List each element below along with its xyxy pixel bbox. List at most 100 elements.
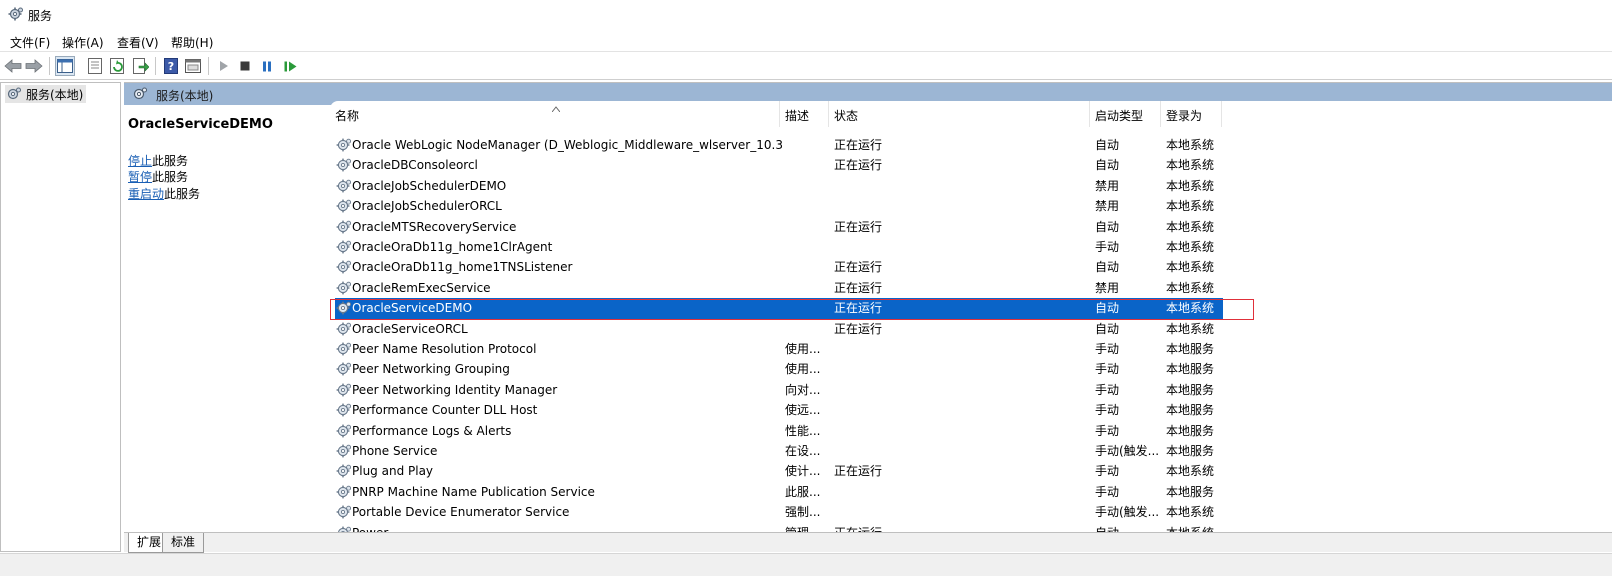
service-name: Performance Logs & Alerts xyxy=(352,423,512,438)
service-row[interactable]: Oracle WebLogic NodeManager (D_Weblogic_… xyxy=(335,135,1223,155)
service-description: 使用... xyxy=(785,342,821,356)
service-description-panel: OracleServiceDEMO 停止此服务 暂停此服务 重启动此服务 xyxy=(124,105,330,529)
service-status: 正在运行 xyxy=(834,321,883,336)
service-description: 向对... xyxy=(785,382,821,397)
service-row[interactable]: OracleOraDb11g_home1ClrAgent 手动 本地系统 xyxy=(335,237,1223,257)
menu-view[interactable]: 查看(V) xyxy=(117,33,159,52)
back-arrow-icon[interactable] xyxy=(3,56,23,76)
menu-help[interactable]: 帮助(H) xyxy=(171,33,213,52)
properties-icon[interactable] xyxy=(85,56,105,76)
resume-icon[interactable] xyxy=(280,56,300,76)
service-status: 正在运行 xyxy=(834,158,883,173)
pause-service-action: 暂停此服务 xyxy=(128,168,188,185)
menu-action[interactable]: 操作(A) xyxy=(62,33,104,52)
menu-bar: 文件(F) 操作(A) 查看(V) 帮助(H) xyxy=(0,30,1612,52)
stop-service-action: 停止此服务 xyxy=(128,152,188,169)
service-logon-as: 本地服务 xyxy=(1166,403,1215,418)
menu-file[interactable]: 文件(F) xyxy=(10,33,50,52)
export-list-icon[interactable] xyxy=(131,56,151,76)
services-gear-icon xyxy=(8,7,23,21)
service-name: OracleDBConsoleorcl xyxy=(352,158,478,173)
service-description: 强制... xyxy=(785,505,821,520)
service-name: Portable Device Enumerator Service xyxy=(352,505,570,520)
service-name: PNRP Machine Name Publication Service xyxy=(352,484,595,499)
service-gear-icon xyxy=(336,424,352,437)
tree-item-services-local[interactable]: 服务(本地) xyxy=(5,85,87,103)
service-row[interactable]: Plug and Play 使计... 正在运行 手动 本地系统 xyxy=(335,461,1223,481)
pause-service-link[interactable]: 暂停 xyxy=(128,170,152,184)
column-header-startup-type[interactable]: 启动类型 xyxy=(1090,101,1161,127)
service-logon-as: 本地系统 xyxy=(1166,260,1215,275)
service-name: OracleMTSRecoveryService xyxy=(352,219,517,234)
service-description: 使远... xyxy=(785,403,821,418)
service-logon-as: 本地系统 xyxy=(1166,505,1215,520)
column-header-logon-as[interactable]: 登录为 xyxy=(1161,101,1222,127)
window-title: 服务 xyxy=(28,9,53,23)
show-hide-tree-icon[interactable] xyxy=(55,56,75,76)
service-row[interactable]: OracleServiceDEMO 正在运行 自动 本地系统 xyxy=(335,298,1223,319)
service-row[interactable]: OracleMTSRecoveryService 正在运行 自动 本地系统 xyxy=(335,217,1223,237)
service-row[interactable]: Performance Counter DLL Host 使远... 手动 本地服务 xyxy=(335,400,1223,420)
services-gear-icon xyxy=(133,87,147,100)
stop-icon[interactable] xyxy=(235,56,255,76)
service-row[interactable]: OracleRemExecService 正在运行 禁用 本地系统 xyxy=(335,278,1223,298)
service-logon-as: 本地服务 xyxy=(1166,423,1215,438)
list-column-header: 名称 描述 状态 启动类型 登录为 xyxy=(330,101,1612,127)
service-startup-type: 手动 xyxy=(1095,362,1120,377)
service-row[interactable]: OracleJobSchedulerORCL 禁用 本地系统 xyxy=(335,196,1223,216)
column-header-status[interactable]: 状态 xyxy=(829,101,1090,127)
column-header-name[interactable]: 名称 xyxy=(330,101,780,127)
service-startup-type: 自动 xyxy=(1095,158,1120,173)
service-name: OracleOraDb11g_home1TNSListener xyxy=(352,260,573,275)
console-tree: 服务(本地) xyxy=(0,82,121,552)
status-bar xyxy=(0,553,1612,576)
service-row[interactable]: OracleServiceORCL 正在运行 自动 本地系统 xyxy=(335,319,1223,339)
forward-arrow-icon[interactable] xyxy=(24,56,44,76)
service-name: OracleServiceORCL xyxy=(352,321,468,336)
restart-service-link[interactable]: 重启动 xyxy=(128,187,164,201)
service-gear-icon xyxy=(336,220,352,233)
service-row[interactable]: PNRP Machine Name Publication Service 此服.… xyxy=(335,482,1223,502)
service-row[interactable]: OracleOraDb11g_home1TNSListener 正在运行 自动 本地系… xyxy=(335,257,1223,277)
service-gear-icon xyxy=(336,383,352,397)
services-list: 名称 描述 状态 启动类型 登录为 Oracle WebLogic NodeMa… xyxy=(330,101,1612,540)
stop-service-link[interactable]: 停止 xyxy=(128,154,152,168)
tab-standard[interactable]: 标准 xyxy=(162,533,205,553)
service-row[interactable]: OracleDBConsoleorcl 正在运行 自动 本地系统 xyxy=(335,155,1223,175)
refresh-icon[interactable] xyxy=(108,56,128,76)
service-row[interactable]: Peer Name Resolution Protocol 使用... 手动 本地服务 xyxy=(335,339,1223,359)
service-row[interactable]: OracleJobSchedulerDEMO 禁用 本地系统 xyxy=(335,176,1223,196)
console-view-icon[interactable] xyxy=(183,56,203,76)
service-startup-type: 禁用 xyxy=(1095,178,1120,193)
service-row[interactable]: Phone Service 在设... 手动(触发... 本地服务 xyxy=(335,441,1223,461)
svg-text:?: ? xyxy=(168,60,174,73)
service-name: Plug and Play xyxy=(352,464,434,479)
action-suffix: 此服务 xyxy=(152,170,189,184)
service-startup-type: 自动 xyxy=(1095,260,1120,275)
service-gear-icon xyxy=(336,403,352,417)
service-gear-icon xyxy=(336,158,352,172)
service-logon-as: 本地系统 xyxy=(1166,301,1215,316)
service-name: OracleJobSchedulerDEMO xyxy=(352,178,507,193)
service-logon-as: 本地系统 xyxy=(1166,321,1215,336)
column-header-description[interactable]: 描述 xyxy=(780,101,829,127)
service-logon-as: 本地系统 xyxy=(1166,464,1215,479)
service-row[interactable]: Peer Networking Grouping 使用... 手动 本地服务 xyxy=(335,359,1223,379)
service-name: OracleServiceDEMO xyxy=(352,301,473,316)
service-gear-icon xyxy=(336,199,352,213)
service-row[interactable]: Portable Device Enumerator Service 强制... 手… xyxy=(335,502,1223,522)
toolbar-separator xyxy=(208,57,209,75)
service-row[interactable]: Performance Logs & Alerts 性能... 手动 本地服务 xyxy=(335,421,1223,441)
details-pane: 服务(本地) OracleServiceDEMO 停止此服务 暂停此服务 重启动… xyxy=(124,82,1612,552)
service-status: 正在运行 xyxy=(834,219,883,234)
pause-icon[interactable] xyxy=(257,56,277,76)
service-gear-icon xyxy=(336,505,352,519)
service-row[interactable]: Peer Networking Identity Manager 向对... 手动 本… xyxy=(335,380,1223,400)
play-icon[interactable] xyxy=(214,56,234,76)
help-icon[interactable]: ? xyxy=(161,56,181,76)
service-name: Phone Service xyxy=(352,444,438,458)
service-status: 正在运行 xyxy=(834,464,883,479)
service-name: OracleRemExecService xyxy=(352,280,491,295)
service-startup-type: 手动 xyxy=(1095,342,1120,356)
service-name: OracleJobSchedulerORCL xyxy=(352,199,502,214)
